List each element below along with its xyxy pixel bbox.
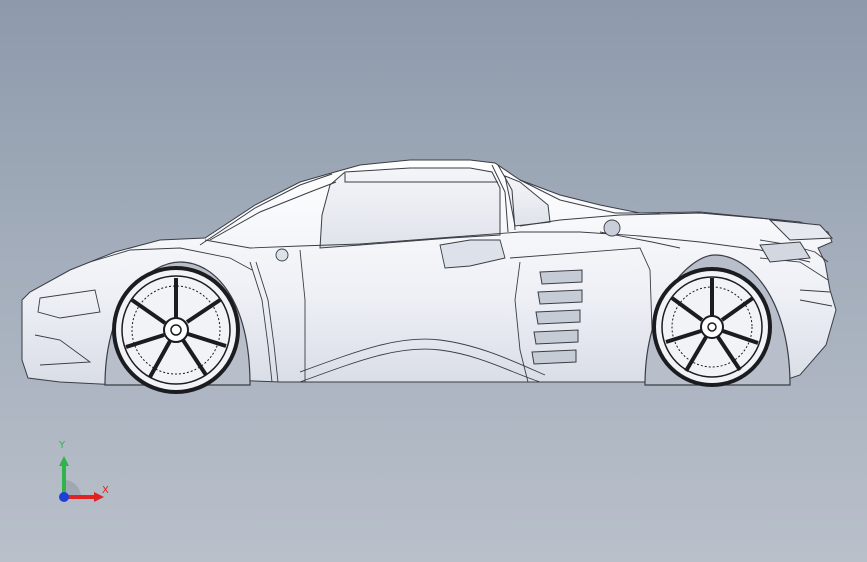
axis-y-label: Y bbox=[59, 440, 66, 451]
rear-wheel bbox=[652, 267, 772, 387]
car-model-view[interactable] bbox=[0, 0, 867, 562]
orientation-triad: Y X bbox=[50, 440, 120, 510]
axis-x-label: X bbox=[102, 485, 109, 496]
graphics-viewport[interactable]: Y X bbox=[0, 0, 867, 562]
front-wheel bbox=[112, 266, 240, 394]
